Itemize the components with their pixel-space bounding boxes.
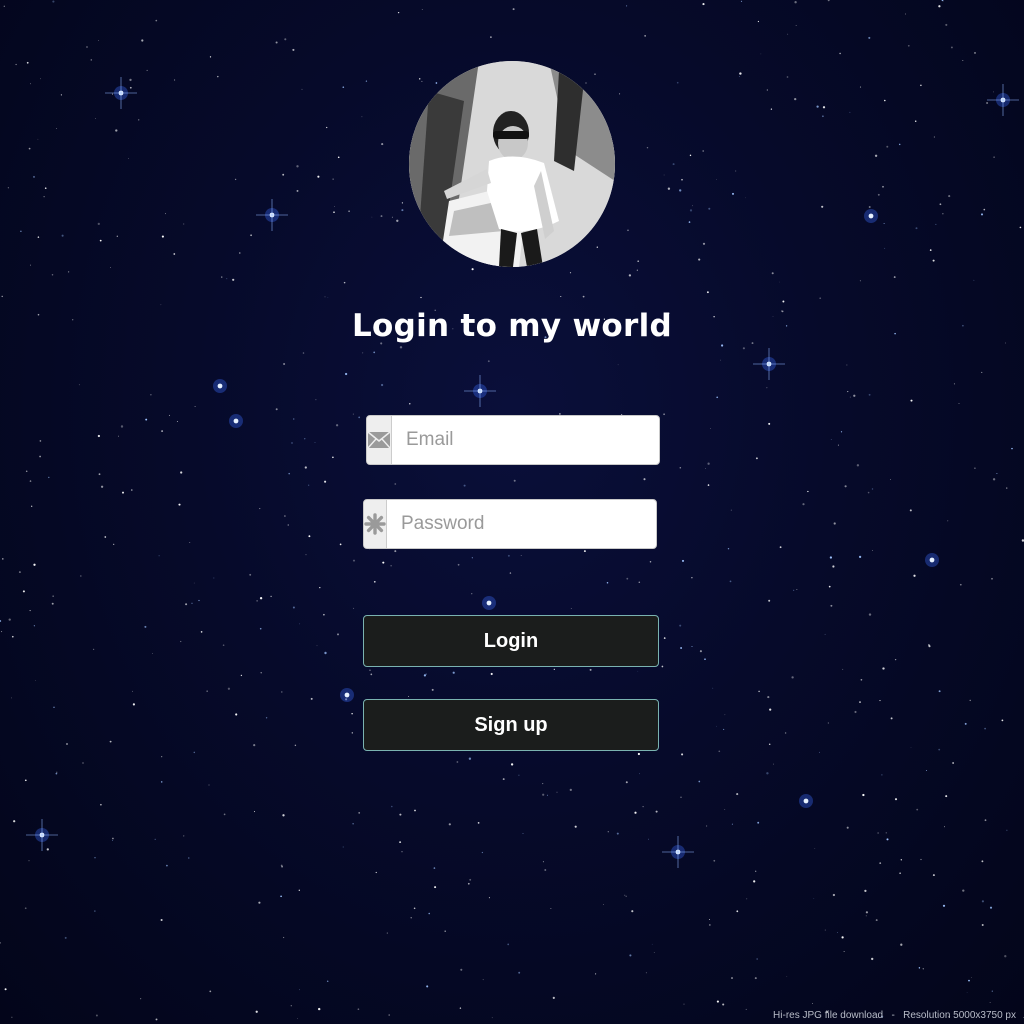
resolution-text: Resolution 5000x3750 px bbox=[903, 1010, 1016, 1021]
footer-info: Hi-res JPG file download - Resolution 50… bbox=[773, 1010, 1016, 1021]
login-button[interactable]: Login bbox=[363, 615, 659, 667]
password-field[interactable] bbox=[363, 499, 657, 549]
password-input[interactable] bbox=[387, 500, 656, 548]
footer-separator: - bbox=[891, 1010, 895, 1021]
page-title: Login to my world bbox=[351, 308, 673, 344]
signup-button[interactable]: Sign up bbox=[363, 699, 659, 751]
avatar bbox=[409, 61, 615, 267]
email-field[interactable] bbox=[366, 415, 660, 465]
envelope-icon bbox=[367, 416, 392, 464]
asterisk-icon bbox=[364, 500, 387, 548]
email-input[interactable] bbox=[392, 416, 659, 464]
download-link[interactable]: Hi-res JPG file download bbox=[773, 1010, 883, 1021]
